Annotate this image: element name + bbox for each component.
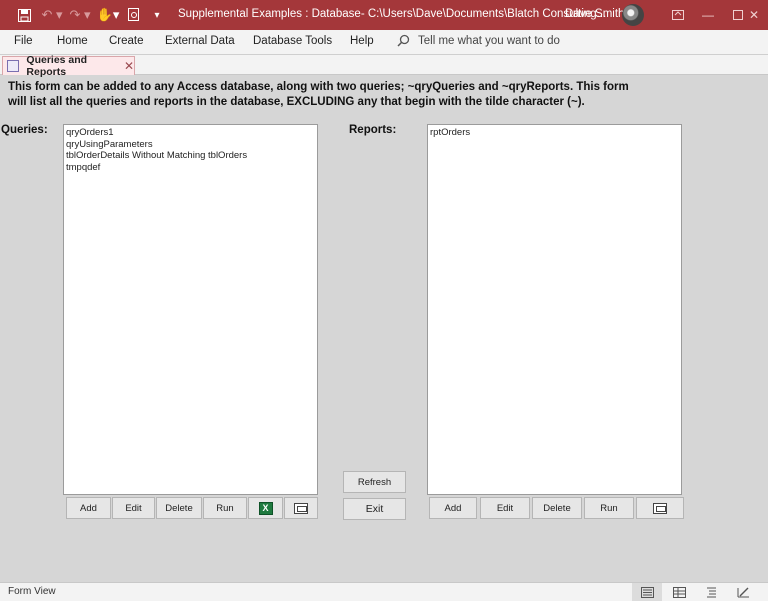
menu-home[interactable]: Home: [57, 35, 88, 47]
redo-icon[interactable]: ↷ ▾: [68, 0, 92, 30]
report-edit-button[interactable]: Edit: [480, 497, 530, 519]
search-icon: [397, 34, 410, 47]
refresh-button[interactable]: Refresh: [343, 471, 406, 493]
query-add-button[interactable]: Add: [66, 497, 111, 519]
form-view-icon: [653, 502, 667, 514]
report-add-button[interactable]: Add: [429, 497, 477, 519]
close-icon[interactable]: ✕: [738, 0, 768, 30]
query-open-form-button[interactable]: [284, 497, 318, 519]
reports-label: Reports:: [349, 124, 397, 136]
form-description: This form can be added to any Access dat…: [8, 81, 629, 108]
design-view-icon[interactable]: [728, 583, 758, 601]
tell-me-text: Tell me what you want to do: [418, 34, 560, 47]
document-tabs: Queries and Reports ✕: [0, 54, 768, 78]
export-excel-button[interactable]: X: [248, 497, 283, 519]
menu-file[interactable]: File: [14, 35, 33, 47]
minimize-icon[interactable]: —: [692, 0, 724, 30]
list-item[interactable]: tblOrderDetails Without Matching tblOrde…: [66, 150, 315, 162]
tab-queries-and-reports[interactable]: Queries and Reports ✕: [2, 54, 135, 78]
close-tab-icon[interactable]: ✕: [124, 59, 134, 73]
report-run-button[interactable]: Run: [584, 497, 634, 519]
list-item[interactable]: tmpqdef: [66, 162, 315, 174]
menu-external-data[interactable]: External Data: [165, 35, 235, 47]
window-title: Supplemental Examples : Database- C:\Use…: [178, 8, 607, 20]
exit-button[interactable]: Exit: [343, 498, 406, 520]
list-item[interactable]: qryUsingParameters: [66, 139, 315, 151]
user-name[interactable]: Dave Smith: [565, 8, 624, 20]
ribbon-display-icon[interactable]: [662, 0, 694, 30]
queries-listbox[interactable]: qryOrders1 qryUsingParameters tblOrderDe…: [63, 124, 318, 495]
menu-help[interactable]: Help: [350, 35, 374, 47]
menu-create[interactable]: Create: [109, 35, 144, 47]
avatar[interactable]: [622, 4, 644, 26]
status-bar: Form View: [0, 582, 768, 601]
title-bar: ↶ ▾ ↷ ▾ ✋▾ ▾ Supplemental Examples : Dat…: [0, 0, 768, 30]
reports-listbox[interactable]: rptOrders: [427, 124, 682, 495]
ribbon-tabs: File Home Create External Data Database …: [0, 30, 768, 54]
list-item[interactable]: rptOrders: [430, 127, 679, 139]
save-icon[interactable]: [14, 0, 34, 30]
status-text: Form View: [8, 586, 56, 597]
form-object-icon: [7, 60, 20, 72]
report-delete-button[interactable]: Delete: [532, 497, 582, 519]
form-view-icon: [294, 502, 308, 514]
datasheet-view-icon[interactable]: [664, 583, 694, 601]
print-preview-icon[interactable]: [126, 0, 142, 30]
touch-mode-icon[interactable]: ✋▾: [96, 0, 120, 30]
report-open-form-button[interactable]: [636, 497, 684, 519]
layout-view-icon[interactable]: [696, 583, 726, 601]
queries-label: Queries:: [1, 124, 48, 136]
query-delete-button[interactable]: Delete: [156, 497, 202, 519]
list-item[interactable]: qryOrders1: [66, 127, 315, 139]
tell-me-search[interactable]: Tell me what you want to do: [397, 34, 560, 47]
excel-icon: X: [258, 501, 273, 515]
customize-toolbar-icon[interactable]: ▾: [150, 0, 164, 30]
undo-icon[interactable]: ↶ ▾: [40, 0, 64, 30]
form-view-icon[interactable]: [632, 583, 662, 601]
menu-database-tools[interactable]: Database Tools: [253, 35, 332, 47]
query-edit-button[interactable]: Edit: [112, 497, 155, 519]
query-run-button[interactable]: Run: [203, 497, 247, 519]
tab-label: Queries and Reports: [26, 54, 88, 78]
